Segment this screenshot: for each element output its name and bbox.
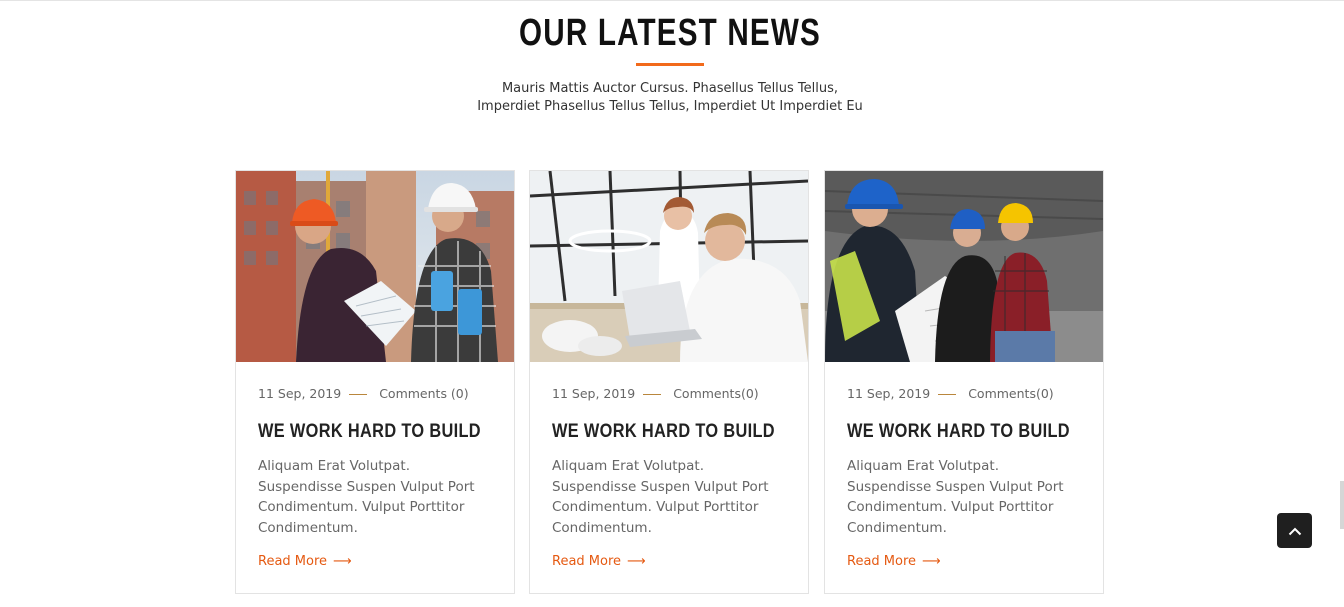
subtitle-line: Imperdiet Phasellus Tellus Tellus, Imper… [477, 99, 863, 114]
news-cards: 11 Sep, 2019 Comments (0) WE WORK HARD TO… [235, 170, 1105, 594]
read-more-link[interactable]: Read More ⟶ [258, 554, 352, 569]
news-section-header: OUR LATEST NEWS Mauris Mattis Auctor Cur… [0, 9, 1340, 116]
read-more-label: Read More [552, 554, 622, 569]
arrow-right-icon: ⟶ [333, 554, 352, 569]
post-title[interactable]: WE WORK HARD TO BUILD [258, 420, 481, 444]
section-subtitle: Mauris Mattis Auctor Cursus. Phasellus T… [390, 80, 950, 116]
scrollbar-thumb[interactable] [1340, 481, 1344, 529]
post-excerpt: Aliquam Erat Volutpat. Suspendisse Suspe… [258, 458, 475, 536]
meta-divider [938, 394, 957, 395]
post-meta: 11 Sep, 2019 Comments(0) [552, 384, 786, 404]
post-excerpt: Aliquam Erat Volutpat. Suspendisse Suspe… [847, 458, 1064, 536]
news-image[interactable] [236, 171, 514, 362]
post-title[interactable]: WE WORK HARD TO BUILD [847, 420, 1070, 444]
post-title[interactable]: WE WORK HARD TO BUILD [552, 420, 775, 444]
meta-divider [349, 394, 368, 395]
news-card: 11 Sep, 2019 Comments(0) WE WORK HARD TO … [824, 170, 1104, 594]
news-image[interactable] [530, 171, 808, 362]
news-card: 11 Sep, 2019 Comments (0) WE WORK HARD TO… [235, 170, 515, 594]
post-date: 11 Sep, 2019 [258, 386, 342, 401]
post-meta: 11 Sep, 2019 Comments (0) [258, 384, 492, 404]
arrow-right-icon: ⟶ [627, 554, 646, 569]
post-comments[interactable]: Comments(0) [968, 386, 1053, 401]
title-underline [636, 63, 704, 66]
section-title: OUR LATEST NEWS [519, 12, 821, 54]
post-excerpt: Aliquam Erat Volutpat. Suspendisse Suspe… [552, 458, 769, 536]
news-image[interactable] [825, 171, 1103, 362]
post-comments[interactable]: Comments(0) [673, 386, 758, 401]
meta-divider [643, 394, 662, 395]
read-more-label: Read More [847, 554, 917, 569]
post-date: 11 Sep, 2019 [552, 386, 636, 401]
read-more-link[interactable]: Read More ⟶ [552, 554, 646, 569]
subtitle-line: Mauris Mattis Auctor Cursus. Phasellus T… [501, 81, 839, 96]
news-card: 11 Sep, 2019 Comments(0) WE WORK HARD TO … [529, 170, 809, 594]
post-comments[interactable]: Comments (0) [379, 386, 468, 401]
read-more-link[interactable]: Read More ⟶ [847, 554, 941, 569]
post-date: 11 Sep, 2019 [847, 386, 931, 401]
read-more-label: Read More [258, 554, 328, 569]
back-to-top-button[interactable] [1277, 513, 1312, 548]
post-meta: 11 Sep, 2019 Comments(0) [847, 384, 1081, 404]
chevron-up-icon [1288, 527, 1301, 535]
arrow-right-icon: ⟶ [922, 554, 941, 569]
